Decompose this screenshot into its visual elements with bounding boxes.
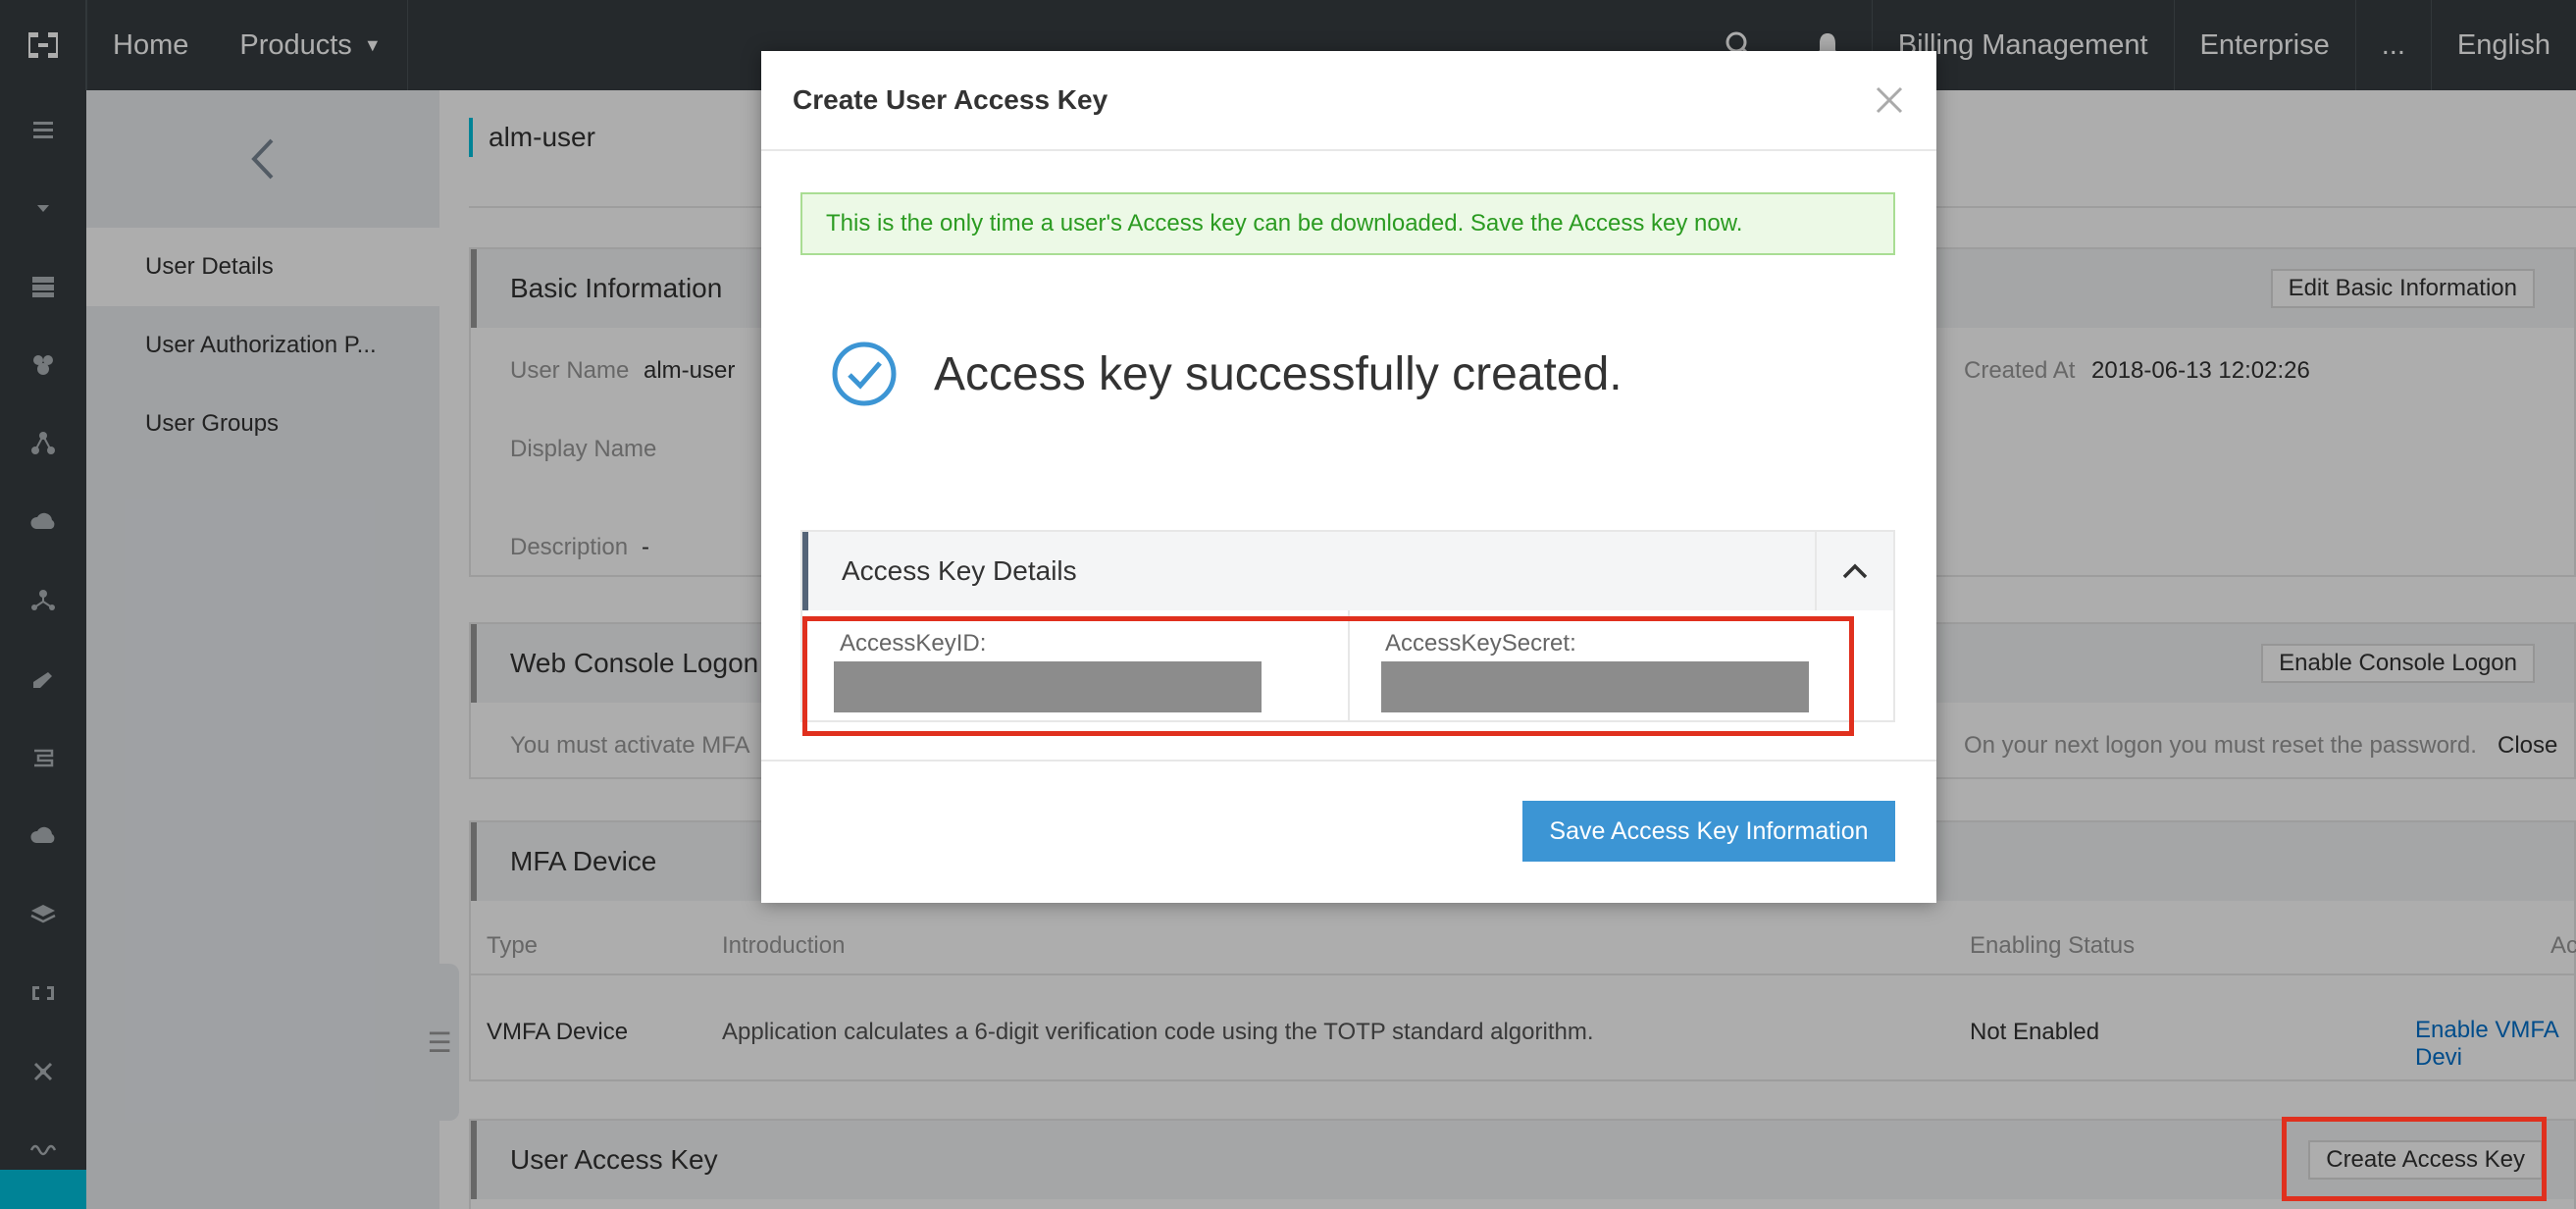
save-access-key-button[interactable]: Save Access Key Information: [1522, 801, 1895, 862]
download-warning-alert: This is the only time a user's Access ke…: [800, 192, 1895, 255]
highlight-box-key-values: [802, 616, 1854, 736]
close-icon[interactable]: [1872, 82, 1907, 118]
highlight-box-create-key: [2282, 1117, 2547, 1201]
check-circle-icon: [832, 342, 897, 406]
dialog-footer-divider: [761, 760, 1936, 762]
details-header: Access Key Details: [802, 532, 1893, 610]
dialog-header: Create User Access Key: [761, 51, 1936, 151]
success-message: Access key successfully created.: [830, 340, 1623, 408]
details-title: Access Key Details: [842, 555, 1077, 586]
success-text: Access key successfully created.: [934, 347, 1623, 400]
create-access-key-dialog: Create User Access Key This is the only …: [761, 51, 1936, 903]
chevron-up-icon[interactable]: [1815, 532, 1893, 610]
dialog-title: Create User Access Key: [793, 84, 1108, 115]
